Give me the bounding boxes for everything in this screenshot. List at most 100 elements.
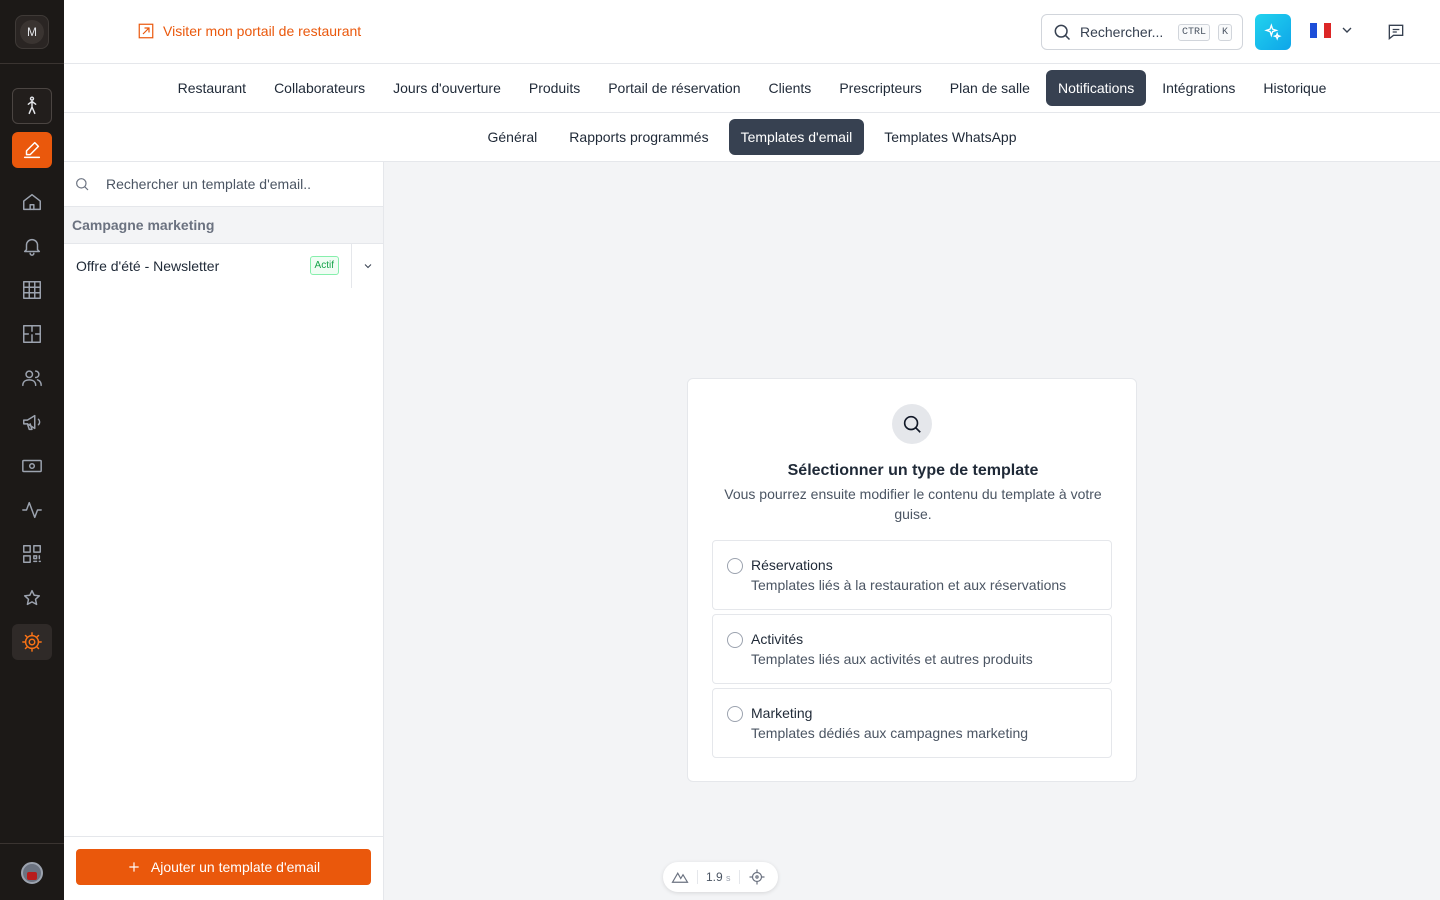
option-radio[interactable] [727, 706, 743, 722]
rail-notifications-button[interactable] [12, 228, 52, 264]
grid-icon [23, 281, 41, 299]
crosshair-icon[interactable] [748, 868, 766, 886]
ai-assistant-button[interactable] [1255, 14, 1291, 50]
users-icon [22, 370, 42, 387]
tab-notifications[interactable]: Notifications [1045, 70, 1147, 106]
subtab-templates-email[interactable]: Templates d'email [728, 119, 865, 155]
add-email-template-label: Ajouter un template d'email [150, 859, 321, 875]
notifications-sub-tabs: Général Rapports programmés Templates d'… [64, 113, 1440, 162]
home-icon [23, 193, 41, 211]
option-marketing[interactable]: Marketing Templates dédiés aux campagnes… [712, 688, 1112, 758]
rail-edit-button[interactable] [12, 132, 52, 168]
rail-home-button[interactable] [12, 184, 52, 220]
template-panel-footer: Ajouter un template d'email [64, 836, 383, 900]
pill-divider [697, 870, 698, 884]
left-rail: M [0, 0, 64, 900]
rail-reviews-button[interactable] [12, 580, 52, 616]
rail-divider [0, 63, 64, 64]
walking-person-icon [27, 96, 37, 115]
cash-icon [22, 459, 42, 473]
option-radio[interactable] [727, 632, 743, 648]
settings-main-tabs: Restaurant Collaborateurs Jours d'ouvert… [64, 64, 1440, 113]
feedback-chat-button[interactable] [1384, 20, 1408, 44]
template-type-card: Sélectionner un type de template Vous po… [687, 378, 1137, 782]
search-icon [76, 178, 89, 191]
chat-bubble-icon [1388, 24, 1404, 41]
template-search [64, 162, 383, 207]
global-search-button[interactable]: Rechercher... CTRL K [1041, 14, 1243, 50]
option-title: Réservations [751, 557, 833, 573]
rail-payments-button[interactable] [12, 448, 52, 484]
template-list-panel: Campagne marketing Offre d'été - Newslet… [64, 162, 384, 900]
subtab-rapports-programmes[interactable]: Rapports programmés [557, 119, 720, 155]
card-description: Vous pourrez ensuite modifier le contenu… [724, 486, 1102, 522]
option-activites[interactable]: Activités Templates liés aux activités e… [712, 614, 1112, 684]
card-title: Sélectionner un type de template [787, 462, 1039, 479]
tab-integrations[interactable]: Intégrations [1150, 70, 1247, 106]
global-search-label: Rechercher... [1080, 24, 1164, 40]
edit-pen-icon [23, 141, 41, 159]
option-title: Activités [751, 631, 804, 647]
pill-divider [738, 870, 740, 884]
tab-restaurant[interactable]: Restaurant [166, 70, 258, 106]
template-search-input[interactable] [106, 176, 366, 192]
visit-portal-label: Visiter mon portail de restaurant [163, 23, 362, 39]
search-icon [903, 415, 921, 433]
rail-divider [0, 843, 64, 844]
search-icon-badge [892, 404, 932, 444]
bell-icon [23, 238, 41, 256]
france-flag-icon [1310, 22, 1331, 38]
option-subtitle: Templates liés à la restauration et aux … [751, 577, 1067, 593]
rail-walk-in-button[interactable] [12, 88, 52, 124]
activity-icon [22, 501, 42, 519]
template-expand-button[interactable] [351, 243, 383, 288]
rail-customers-button[interactable] [12, 360, 52, 396]
kbd-ctrl: CTRL [1177, 23, 1210, 41]
gear-icon [22, 632, 42, 652]
load-time: 1.9 s [706, 870, 731, 884]
rail-qr-button[interactable] [12, 536, 52, 572]
tab-clients[interactable]: Clients [757, 70, 824, 106]
external-link-icon [138, 23, 154, 39]
option-subtitle: Templates liés aux activités et autres p… [751, 651, 1033, 667]
tab-plan-de-salle[interactable]: Plan de salle [938, 70, 1042, 106]
language-selector[interactable] [1310, 22, 1355, 38]
chevron-down-icon [1342, 27, 1352, 33]
rail-grid-button[interactable] [12, 272, 52, 308]
subtab-templates-whatsapp[interactable]: Templates WhatsApp [872, 119, 1028, 155]
user-avatar[interactable] [21, 862, 43, 884]
tab-produits[interactable]: Produits [517, 70, 592, 106]
sparkle-star-icon [23, 589, 41, 606]
tab-collaborateurs[interactable]: Collaborateurs [262, 70, 377, 106]
option-title: Marketing [751, 705, 813, 721]
chevron-down-icon [364, 263, 371, 268]
tab-prescripteurs[interactable]: Prescripteurs [827, 70, 933, 106]
rail-marketing-button[interactable] [12, 404, 52, 440]
template-group-header: Campagne marketing [64, 207, 383, 244]
floor-plan-icon [23, 325, 41, 343]
subtab-general[interactable]: Général [475, 119, 549, 155]
visit-portal-link[interactable]: Visiter mon portail de restaurant [137, 22, 361, 40]
rail-activity-button[interactable] [12, 492, 52, 528]
add-email-template-button[interactable]: Ajouter un template d'email [76, 849, 371, 885]
template-list-item[interactable]: Offre d'été - Newsletter Actif [64, 243, 383, 288]
status-badge: Actif [309, 256, 339, 275]
plus-icon [129, 862, 139, 872]
workspace-avatar[interactable]: M [15, 15, 49, 49]
search-icon [1054, 24, 1071, 41]
devtools-pill[interactable]: 1.9 s [663, 862, 778, 892]
option-reservations[interactable]: Réservations Templates liés à la restaur… [712, 540, 1112, 610]
option-subtitle: Templates dédiés aux campagnes marketing [751, 725, 1029, 741]
sparkles-icon [1264, 23, 1282, 41]
tab-jours-ouverture[interactable]: Jours d'ouverture [381, 70, 513, 106]
workspace-initial: M [20, 20, 44, 44]
tab-historique[interactable]: Historique [1251, 70, 1338, 106]
tab-portail-reservation[interactable]: Portail de réservation [596, 70, 752, 106]
nuxt-logo-icon [671, 872, 689, 883]
rail-floor-plan-button[interactable] [12, 316, 52, 352]
rail-settings-button[interactable] [12, 624, 52, 660]
option-radio[interactable] [727, 558, 743, 574]
kbd-k: K [1217, 23, 1232, 41]
template-name: Offre d'été - Newsletter [76, 257, 220, 274]
qr-code-icon [23, 545, 41, 563]
